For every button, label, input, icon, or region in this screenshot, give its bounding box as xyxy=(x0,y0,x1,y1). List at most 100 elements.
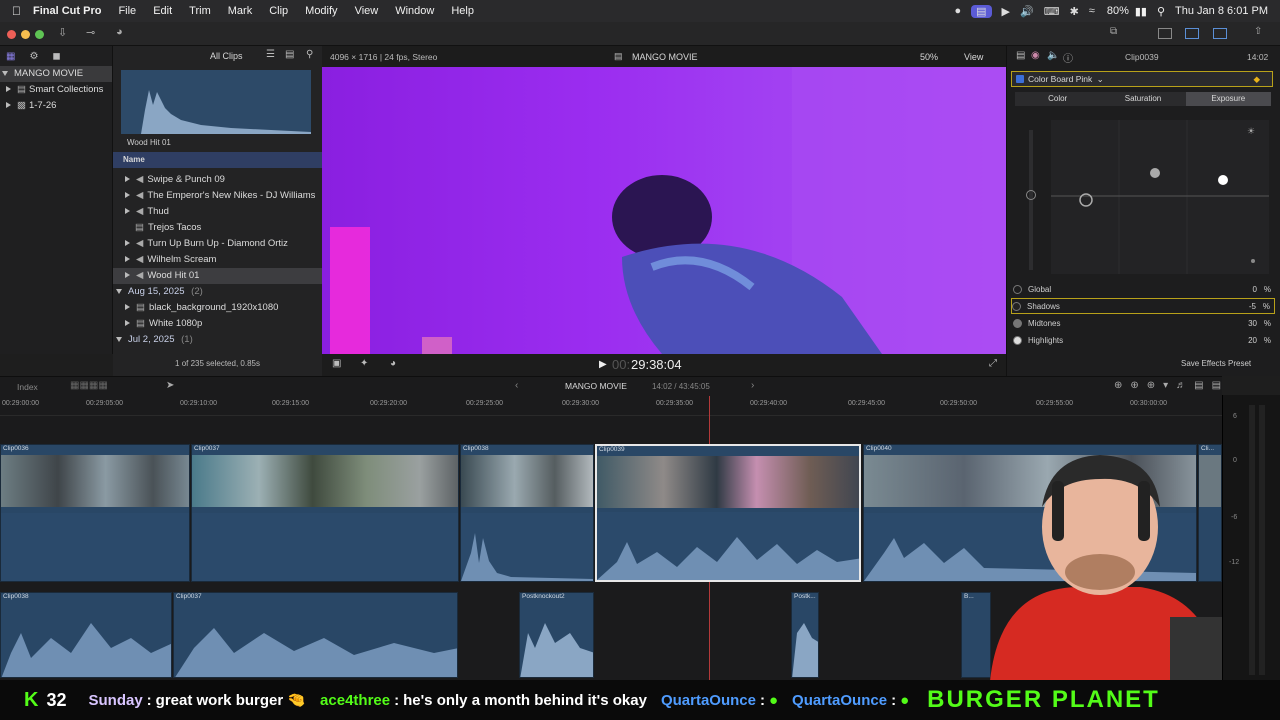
screen-record-icon[interactable]: ● xyxy=(954,5,961,18)
global-puck[interactable] xyxy=(1026,190,1036,200)
share-export-icon[interactable]: ⇧ xyxy=(1254,26,1262,37)
index-button[interactable]: Index xyxy=(17,382,38,392)
volume-icon[interactable]: 🔊 xyxy=(1020,5,1034,18)
apple-icon[interactable]:  xyxy=(12,4,21,18)
chevron-down-icon[interactable]: ⌄ xyxy=(1097,74,1104,84)
date-group[interactable]: Aug 15, 2025 (2) xyxy=(113,284,322,300)
layout-toggle-timeline[interactable] xyxy=(1185,28,1199,39)
crop-icon[interactable]: ✦ xyxy=(360,358,368,369)
audio-preview-thumbnail[interactable] xyxy=(121,70,311,134)
list-item[interactable]: ◀ Wilhelm Scream xyxy=(113,252,322,268)
photos-icon[interactable]: ⚙ xyxy=(29,51,38,62)
audio-clip[interactable]: Postk... xyxy=(791,592,819,678)
menu-file[interactable]: File xyxy=(118,5,136,17)
forward-arrow-icon[interactable]: › xyxy=(751,380,754,391)
keyboard-icon[interactable]: ⌨ xyxy=(1044,5,1060,18)
clip-filter[interactable]: All Clips xyxy=(210,51,243,61)
keyword-icon[interactable]: ⊸ xyxy=(86,26,95,39)
layout-toggle-inspector[interactable] xyxy=(1213,28,1227,39)
select-tool-icon[interactable]: ➤ xyxy=(166,380,174,391)
menu-trim[interactable]: Trim xyxy=(189,5,211,17)
zoom-button[interactable] xyxy=(35,30,44,39)
slider-value[interactable]: 0 xyxy=(1253,285,1257,294)
slider-highlights[interactable]: Highlights 20% xyxy=(1013,332,1275,348)
menu-view[interactable]: View xyxy=(355,5,379,17)
speed-icon[interactable]: ◕ xyxy=(390,358,396,369)
timecode[interactable]: 29:38:04 xyxy=(631,357,682,372)
date-group[interactable]: Jul 2, 2025 (1) xyxy=(113,332,322,348)
global-slider-track[interactable] xyxy=(1029,130,1033,270)
list-item[interactable]: ▤ Trejos Tacos xyxy=(113,220,322,236)
list-item[interactable]: ◀ Swipe & Punch 09 xyxy=(113,172,322,188)
search-icon[interactable]: ⚲ xyxy=(1157,5,1165,18)
status-icons[interactable]: ● ▤ ▶ 🔊 ⌨ ✱ ≈ xyxy=(954,4,1095,18)
background-tasks-icon[interactable]: ◕ xyxy=(116,26,123,38)
search-icon[interactable]: ⚲ xyxy=(306,49,313,60)
save-effects-preset-button[interactable]: Save Effects Preset xyxy=(1181,359,1251,368)
wifi-icon[interactable]: ≈ xyxy=(1089,5,1095,18)
list-item[interactable]: ◀ Turn Up Burn Up - Diamond Ortiz xyxy=(113,236,322,252)
minimize-button[interactable] xyxy=(21,30,30,39)
slider-value[interactable]: 30 xyxy=(1248,319,1257,328)
view-menu[interactable]: View xyxy=(964,52,983,62)
list-item-selected[interactable]: ◀ Wood Hit 01 xyxy=(113,268,322,284)
edit-tools-icon[interactable]: ▦▦▦▦ xyxy=(70,380,108,391)
column-header-name[interactable]: Name xyxy=(113,152,322,168)
timeline-clip-selected[interactable]: Clip0039 xyxy=(595,444,861,582)
color-inspector-icon[interactable]: ◉ xyxy=(1031,50,1040,61)
layout-toggle-browser[interactable] xyxy=(1158,28,1172,39)
audio-clip[interactable]: Clip0037 xyxy=(173,592,458,678)
sidebar-item-event[interactable]: ▩ 1-7-26 xyxy=(0,98,112,114)
color-board[interactable]: ☀ xyxy=(1051,120,1269,274)
titles-icon[interactable]: ◼ xyxy=(52,51,60,62)
list-item[interactable]: ◀ The Emperor's New Nikes - DJ Williams xyxy=(113,188,322,204)
close-button[interactable] xyxy=(7,30,16,39)
video-frame[interactable] xyxy=(322,67,1006,354)
list-item[interactable]: ▤ White 1080p xyxy=(113,316,322,332)
transform-icon[interactable]: ▣ xyxy=(332,358,341,369)
list-item[interactable]: ▤ black_background_1920x1080 xyxy=(113,300,322,316)
libraries-icon[interactable]: ▦ xyxy=(6,51,15,62)
browser-settings-icon[interactable]: ▤ xyxy=(285,49,294,60)
slider-value[interactable]: 20 xyxy=(1248,336,1257,345)
control-strip-icon[interactable]: ▤ xyxy=(971,4,992,18)
import-icon[interactable]: ⇩ xyxy=(58,26,67,39)
app-menu[interactable]: Final Cut Pro xyxy=(33,5,101,17)
share-icon[interactable]: ⧉ xyxy=(1110,26,1117,37)
project-name[interactable]: MANGO MOVIE xyxy=(565,381,627,391)
back-arrow-icon[interactable]: ‹ xyxy=(515,380,518,391)
tab-saturation[interactable]: Saturation xyxy=(1100,92,1185,106)
library-item[interactable]: MANGO MOVIE xyxy=(0,66,112,82)
timeline-clip[interactable]: Clip0037 xyxy=(191,444,459,582)
effect-header[interactable]: Color Board Pink ⌄ ◆ xyxy=(1011,71,1273,87)
menu-mark[interactable]: Mark xyxy=(228,5,252,17)
slider-global[interactable]: Global 0% xyxy=(1013,281,1275,297)
tab-exposure[interactable]: Exposure xyxy=(1185,92,1271,106)
menu-modify[interactable]: Modify xyxy=(305,5,337,17)
timeline-clip[interactable]: Clip0038 xyxy=(460,444,594,582)
effect-checkbox[interactable] xyxy=(1016,75,1024,83)
timeline-clip[interactable]: Clip0036 xyxy=(0,444,190,582)
sidebar-item-smart-collections[interactable]: ▤ Smart Collections xyxy=(0,82,112,98)
timeline-ruler[interactable]: 00:29:00:00 00:29:05:00 00:29:10:00 00:2… xyxy=(0,396,1222,416)
video-inspector-icon[interactable]: ▤ xyxy=(1016,50,1025,61)
menu-help[interactable]: Help xyxy=(451,5,474,17)
menu-clip[interactable]: Clip xyxy=(269,5,288,17)
timeline-tools[interactable]: ⊕⊕⊕▾♬▤▤ xyxy=(1114,380,1229,391)
slider-shadows[interactable]: Shadows -5% xyxy=(1011,298,1275,314)
highlights-puck[interactable] xyxy=(1218,175,1228,185)
menu-edit[interactable]: Edit xyxy=(153,5,172,17)
battery-icon[interactable]: ▮▮ xyxy=(1135,5,1147,18)
slider-midtones[interactable]: Midtones 30% xyxy=(1013,315,1275,331)
bluetooth-icon[interactable]: ✱ xyxy=(1070,5,1079,18)
audio-clip[interactable]: Postknockout2 xyxy=(519,592,594,678)
play-button[interactable]: ▶ xyxy=(599,359,607,370)
zoom-menu[interactable]: 50% xyxy=(920,52,938,62)
tab-color[interactable]: Color xyxy=(1015,92,1100,106)
fullscreen-icon[interactable]: ⤢ xyxy=(989,358,997,369)
audio-inspector-icon[interactable]: 🔈 xyxy=(1047,50,1059,61)
play-icon[interactable]: ▶ xyxy=(1002,5,1010,18)
keyframe-icon[interactable]: ◆ xyxy=(1253,72,1260,86)
midtones-puck[interactable] xyxy=(1150,168,1160,178)
clock[interactable]: Thu Jan 8 6:01 PM xyxy=(1175,5,1268,17)
